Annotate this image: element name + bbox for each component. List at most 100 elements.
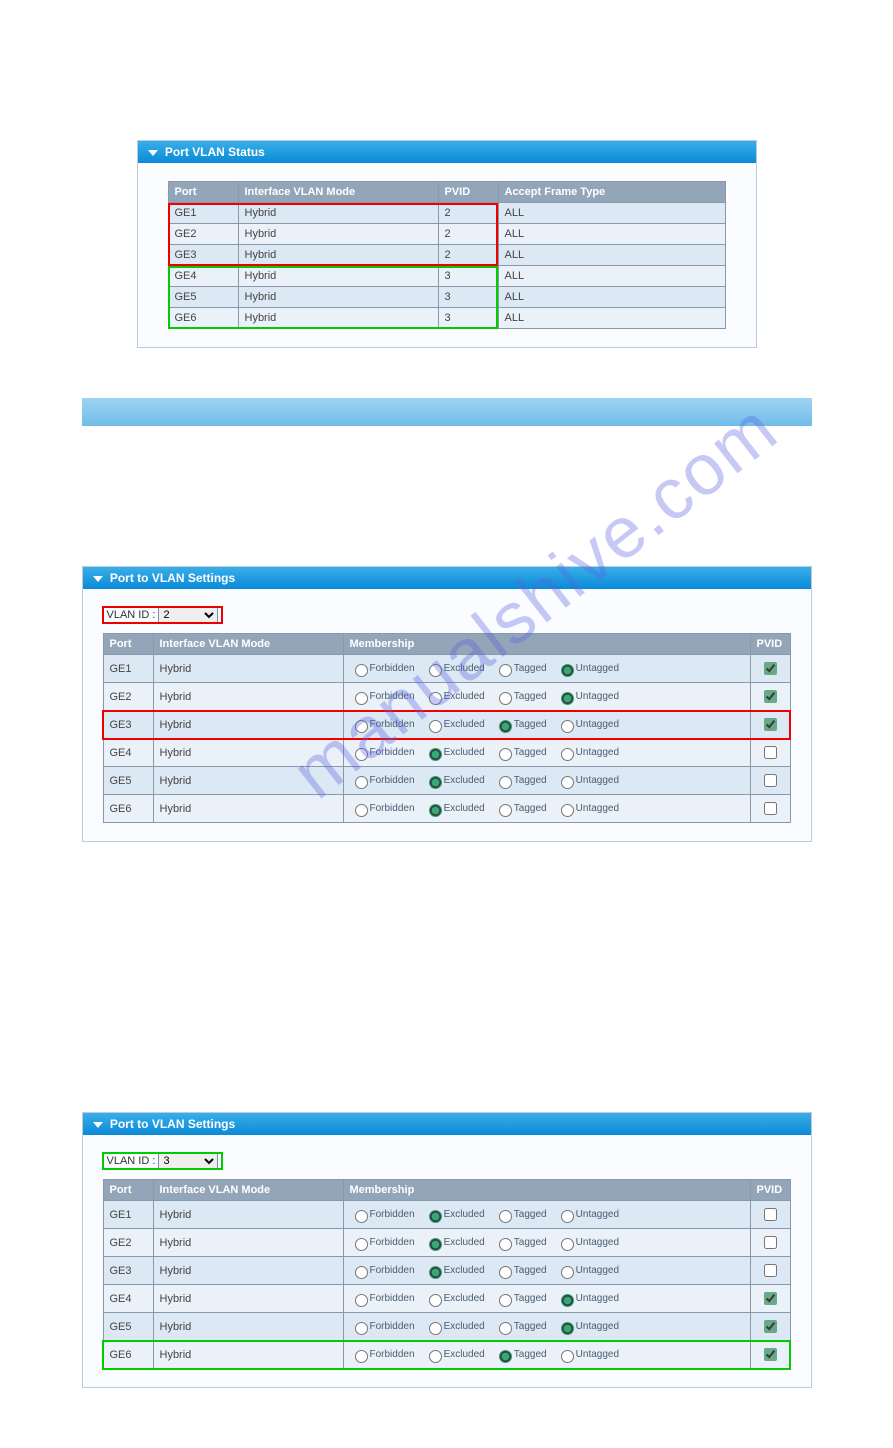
radio-input[interactable] xyxy=(429,1322,442,1335)
membership-forbidden[interactable]: Forbidden xyxy=(350,1321,415,1332)
pvid-checkbox[interactable] xyxy=(764,1264,777,1277)
radio-input[interactable] xyxy=(429,720,442,733)
pvid-checkbox[interactable] xyxy=(764,718,777,731)
radio-input[interactable] xyxy=(355,1210,368,1223)
pvid-checkbox[interactable] xyxy=(764,746,777,759)
membership-tagged[interactable]: Tagged xyxy=(494,747,547,758)
radio-input[interactable] xyxy=(355,664,368,677)
membership-untagged[interactable]: Untagged xyxy=(556,1237,619,1248)
membership-forbidden[interactable]: Forbidden xyxy=(350,1293,415,1304)
vlan-id-select[interactable]: 2 xyxy=(158,607,218,623)
membership-untagged[interactable]: Untagged xyxy=(556,691,619,702)
membership-untagged[interactable]: Untagged xyxy=(556,1321,619,1332)
membership-forbidden[interactable]: Forbidden xyxy=(350,1237,415,1248)
pvid-checkbox[interactable] xyxy=(764,1292,777,1305)
radio-input[interactable] xyxy=(561,776,574,789)
radio-input[interactable] xyxy=(499,692,512,705)
membership-excluded[interactable]: Excluded xyxy=(424,747,485,758)
membership-untagged[interactable]: Untagged xyxy=(556,663,619,674)
radio-input[interactable] xyxy=(499,1322,512,1335)
radio-input[interactable] xyxy=(355,720,368,733)
membership-forbidden[interactable]: Forbidden xyxy=(350,1349,415,1360)
membership-tagged[interactable]: Tagged xyxy=(494,691,547,702)
membership-tagged[interactable]: Tagged xyxy=(494,719,547,730)
membership-tagged[interactable]: Tagged xyxy=(494,1237,547,1248)
radio-input[interactable] xyxy=(429,692,442,705)
radio-input[interactable] xyxy=(499,748,512,761)
radio-input[interactable] xyxy=(355,1266,368,1279)
membership-tagged[interactable]: Tagged xyxy=(494,803,547,814)
membership-untagged[interactable]: Untagged xyxy=(556,747,619,758)
pvid-checkbox[interactable] xyxy=(764,774,777,787)
radio-input[interactable] xyxy=(499,804,512,817)
membership-tagged[interactable]: Tagged xyxy=(494,775,547,786)
membership-excluded[interactable]: Excluded xyxy=(424,803,485,814)
radio-input[interactable] xyxy=(561,1210,574,1223)
membership-forbidden[interactable]: Forbidden xyxy=(350,663,415,674)
radio-input[interactable] xyxy=(561,1294,574,1307)
membership-tagged[interactable]: Tagged xyxy=(494,1321,547,1332)
vlan-id-select[interactable]: 3 xyxy=(158,1153,218,1169)
radio-input[interactable] xyxy=(561,664,574,677)
radio-input[interactable] xyxy=(355,1294,368,1307)
radio-input[interactable] xyxy=(429,1210,442,1223)
radio-input[interactable] xyxy=(561,748,574,761)
radio-input[interactable] xyxy=(561,804,574,817)
membership-excluded[interactable]: Excluded xyxy=(424,1265,485,1276)
membership-tagged[interactable]: Tagged xyxy=(494,1349,547,1360)
radio-input[interactable] xyxy=(429,748,442,761)
radio-input[interactable] xyxy=(499,664,512,677)
pvid-checkbox[interactable] xyxy=(764,1320,777,1333)
radio-input[interactable] xyxy=(561,1350,574,1363)
membership-untagged[interactable]: Untagged xyxy=(556,719,619,730)
membership-forbidden[interactable]: Forbidden xyxy=(350,1209,415,1220)
radio-input[interactable] xyxy=(429,664,442,677)
radio-input[interactable] xyxy=(429,776,442,789)
radio-input[interactable] xyxy=(429,1238,442,1251)
radio-input[interactable] xyxy=(561,1266,574,1279)
radio-input[interactable] xyxy=(355,1350,368,1363)
membership-untagged[interactable]: Untagged xyxy=(556,775,619,786)
membership-forbidden[interactable]: Forbidden xyxy=(350,803,415,814)
pvid-checkbox[interactable] xyxy=(764,1348,777,1361)
radio-input[interactable] xyxy=(355,776,368,789)
radio-input[interactable] xyxy=(499,776,512,789)
membership-forbidden[interactable]: Forbidden xyxy=(350,1265,415,1276)
radio-input[interactable] xyxy=(499,1266,512,1279)
membership-tagged[interactable]: Tagged xyxy=(494,1209,547,1220)
membership-untagged[interactable]: Untagged xyxy=(556,1209,619,1220)
pvid-checkbox[interactable] xyxy=(764,690,777,703)
membership-excluded[interactable]: Excluded xyxy=(424,691,485,702)
pvid-checkbox[interactable] xyxy=(764,1208,777,1221)
membership-forbidden[interactable]: Forbidden xyxy=(350,719,415,730)
membership-excluded[interactable]: Excluded xyxy=(424,719,485,730)
radio-input[interactable] xyxy=(355,1322,368,1335)
radio-input[interactable] xyxy=(561,1238,574,1251)
radio-input[interactable] xyxy=(355,804,368,817)
radio-input[interactable] xyxy=(499,1294,512,1307)
pvid-checkbox[interactable] xyxy=(764,1236,777,1249)
radio-input[interactable] xyxy=(561,1322,574,1335)
membership-excluded[interactable]: Excluded xyxy=(424,1209,485,1220)
membership-tagged[interactable]: Tagged xyxy=(494,663,547,674)
membership-excluded[interactable]: Excluded xyxy=(424,1349,485,1360)
membership-untagged[interactable]: Untagged xyxy=(556,1349,619,1360)
membership-excluded[interactable]: Excluded xyxy=(424,1237,485,1248)
membership-tagged[interactable]: Tagged xyxy=(494,1293,547,1304)
radio-input[interactable] xyxy=(499,1210,512,1223)
membership-excluded[interactable]: Excluded xyxy=(424,1293,485,1304)
membership-excluded[interactable]: Excluded xyxy=(424,663,485,674)
membership-forbidden[interactable]: Forbidden xyxy=(350,691,415,702)
pvid-checkbox[interactable] xyxy=(764,802,777,815)
membership-tagged[interactable]: Tagged xyxy=(494,1265,547,1276)
radio-input[interactable] xyxy=(499,720,512,733)
membership-excluded[interactable]: Excluded xyxy=(424,775,485,786)
radio-input[interactable] xyxy=(355,692,368,705)
radio-input[interactable] xyxy=(561,720,574,733)
radio-input[interactable] xyxy=(429,804,442,817)
radio-input[interactable] xyxy=(429,1294,442,1307)
membership-forbidden[interactable]: Forbidden xyxy=(350,775,415,786)
membership-forbidden[interactable]: Forbidden xyxy=(350,747,415,758)
radio-input[interactable] xyxy=(429,1350,442,1363)
radio-input[interactable] xyxy=(429,1266,442,1279)
